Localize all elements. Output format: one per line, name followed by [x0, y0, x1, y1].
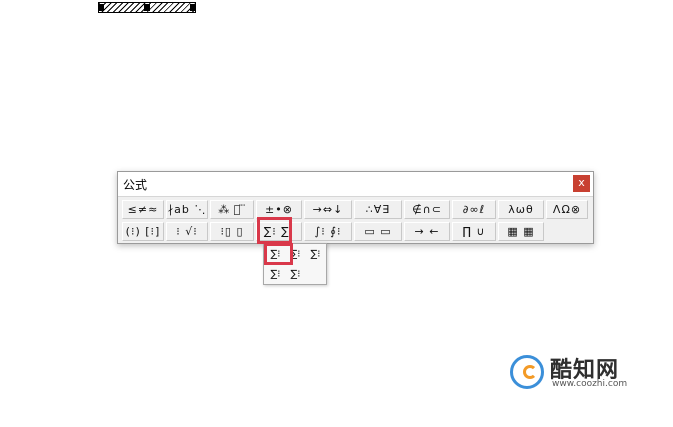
equation-object-frame[interactable] [98, 2, 196, 13]
matrices-palette-button[interactable]: ▦ ▦ [498, 222, 544, 241]
misc-symbols-palette-button[interactable]: ∂∞ℓ [452, 200, 496, 219]
toolbar-row-symbols: ≤≠≈ ∤ab ⋱ ⁂ ⃞ ⃛ ±•⊗ →⇔↓ ∴∀∃ ∉∩⊂ ∂∞ℓ λωθ … [122, 200, 590, 221]
summation-template-3[interactable]: ∑⁝ [306, 246, 325, 263]
products-palette-button[interactable]: ∏ ∪ [452, 222, 496, 241]
fractions-radicals-palette-button[interactable]: ⁝ √⁝ [166, 222, 208, 241]
window-titlebar[interactable]: 公式 x [118, 172, 593, 197]
equation-editor-window: 公式 x ≤≠≈ ∤ab ⋱ ⁂ ⃞ ⃛ ±•⊗ →⇔↓ ∴∀∃ ∉∩⊂ ∂∞ℓ… [117, 171, 594, 244]
logic-palette-button[interactable]: ∴∀∃ [354, 200, 402, 219]
underbar-overbar-palette-button[interactable]: ▭ ▭ [354, 222, 402, 241]
watermark: 酷知网 www.coozhi.com [510, 352, 650, 392]
relations-palette-button[interactable]: ≤≠≈ [122, 200, 164, 219]
summation-template-5[interactable]: ∑⁝ [286, 266, 305, 283]
fences-palette-button[interactable]: (⁝) [⁝] [122, 222, 164, 241]
embellishments-palette-button[interactable]: ⁂ ⃞ ⃛ [210, 200, 254, 219]
summation-template-4[interactable]: ∑⁝ [266, 266, 285, 283]
highlight-summation-palette [257, 217, 292, 244]
watermark-url: www.coozhi.com [552, 379, 628, 389]
arrows-palette-button[interactable]: →⇔↓ [304, 200, 352, 219]
resize-handle-middle[interactable] [144, 4, 150, 11]
resize-handle-left[interactable] [98, 4, 104, 11]
greek-uppercase-palette-button[interactable]: ΛΩ⊗ [546, 200, 588, 219]
close-button[interactable]: x [573, 175, 590, 192]
greek-lowercase-palette-button[interactable]: λωθ [498, 200, 544, 219]
highlight-summation-template [264, 243, 293, 265]
spaces-ellipses-palette-button[interactable]: ∤ab ⋱ [166, 200, 208, 219]
window-title: 公式 [123, 178, 148, 192]
integrals-palette-button[interactable]: ∫⁝ ∮⁝ [304, 222, 352, 241]
coozhi-logo-icon [510, 355, 544, 389]
resize-handle-right[interactable] [190, 4, 196, 11]
labeled-arrows-palette-button[interactable]: → ← [404, 222, 450, 241]
subscript-superscript-palette-button[interactable]: ⁝▯ ▯ [210, 222, 254, 241]
toolbar-row-templates: (⁝) [⁝] ⁝ √⁝ ⁝▯ ▯ ∑⁝ ∑⁝ ∫⁝ ∮⁝ ▭ ▭ → ← ∏ … [122, 222, 546, 243]
set-theory-palette-button[interactable]: ∉∩⊂ [404, 200, 450, 219]
dropdown-row: ∑⁝ ∑⁝ [266, 266, 306, 284]
